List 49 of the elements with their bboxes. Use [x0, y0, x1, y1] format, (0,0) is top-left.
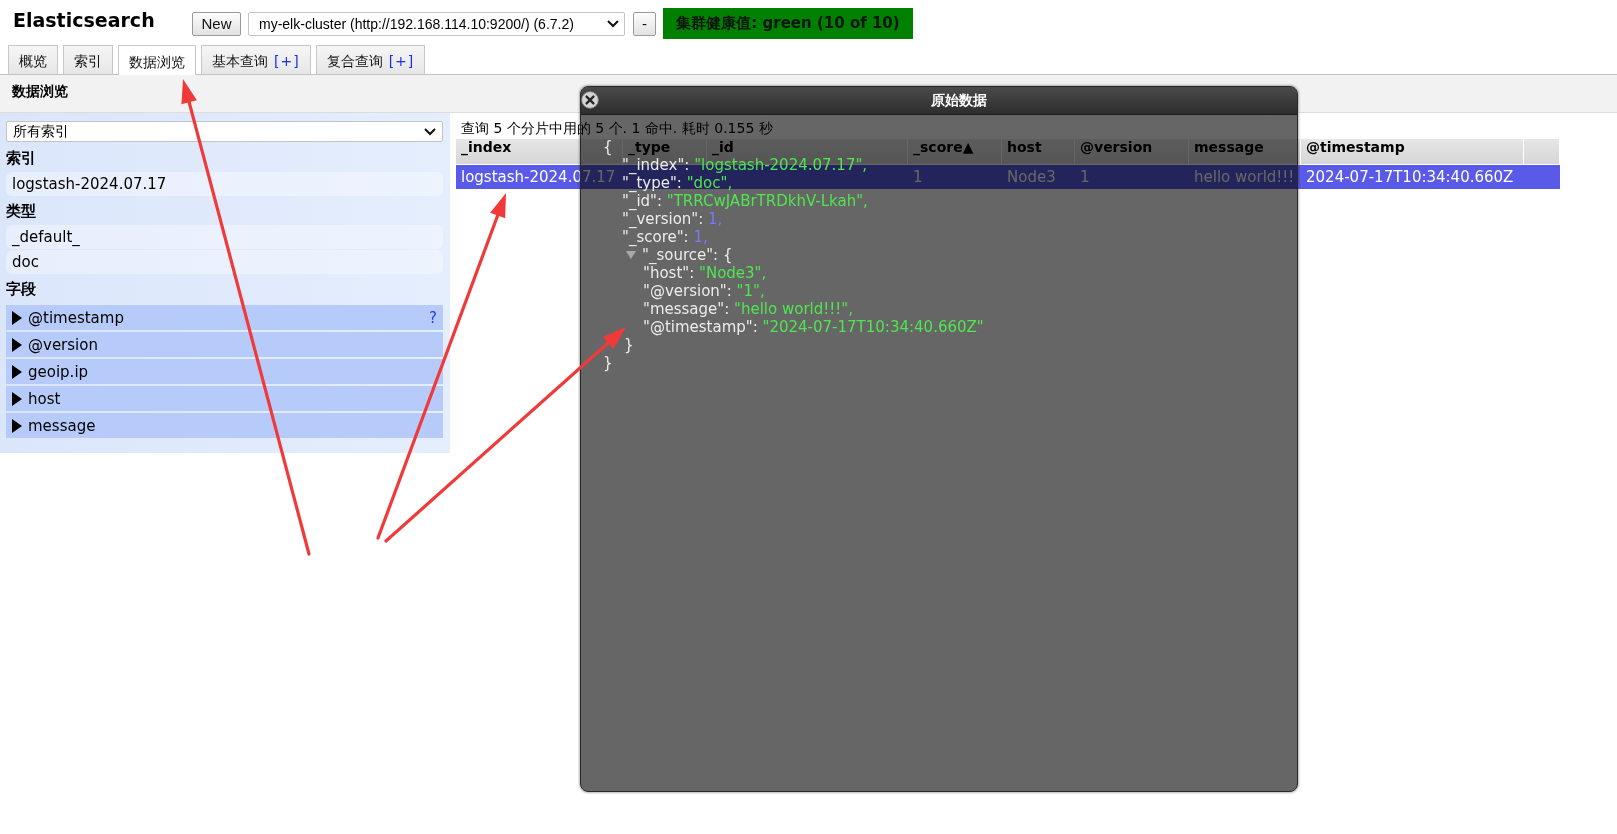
field-item[interactable]: @timestamp ?	[6, 305, 443, 330]
json-line: "_source": {	[642, 246, 733, 264]
section-title: 数据浏览	[12, 82, 68, 101]
tab[interactable]: 索引	[63, 45, 113, 74]
cell-value: Node3	[1007, 168, 1056, 186]
dialog-title: 原始数据	[931, 91, 987, 110]
cell-value: 1	[913, 168, 923, 186]
filter-item[interactable]: doc	[6, 250, 443, 274]
field-item[interactable]: host	[6, 386, 443, 411]
json-line: "_version": 1,	[622, 210, 723, 228]
tab[interactable]: 概览	[8, 45, 58, 74]
json-line: "@version": "1",	[643, 282, 765, 300]
json-line: "host": "Node3",	[643, 264, 767, 282]
column-header[interactable]: @timestamp	[1306, 139, 1405, 155]
json-line: {	[603, 138, 613, 156]
filter-item[interactable]: _default_	[6, 225, 443, 249]
chevron-down-icon	[607, 19, 619, 28]
group-heading: 索引	[6, 148, 37, 169]
disconnect-button[interactable]: -	[633, 11, 656, 36]
json-line: "@timestamp": "2024-07-17T10:34:40.660Z"	[643, 318, 984, 336]
tab[interactable]: 数据浏览	[118, 45, 196, 75]
cell-value: 1	[1080, 168, 1090, 186]
index-select[interactable]: 所有索引	[6, 121, 443, 142]
group-heading: 类型	[6, 201, 37, 222]
cluster-health-status: 集群健康值: green (10 of 10)	[663, 8, 913, 39]
json-line: }	[624, 336, 634, 354]
new-connection-button[interactable]: New	[192, 11, 241, 36]
field-item[interactable]: geoip.ip	[6, 359, 443, 384]
json-line: }	[603, 354, 613, 372]
tab[interactable]: 基本查询 [+]	[201, 45, 311, 74]
add-tab-link[interactable]: [+]	[274, 53, 300, 69]
cluster-select[interactable]: my-elk-cluster (http://192.168.114.10:9200/) (6.7.2)	[248, 11, 625, 36]
field-item[interactable]: message	[6, 413, 443, 438]
cell-value: 2024-07-17T10:34:40.660Z	[1306, 168, 1514, 186]
json-line: "_score": 1,	[622, 228, 708, 246]
json-line: "_id": "TRRCwJABrTRDkhV-Lkah",	[622, 192, 868, 210]
filter-item[interactable]: logstash-2024.07.17	[6, 172, 443, 196]
help-link[interactable]: ?	[429, 308, 437, 327]
json-line: "_type": "doc",	[622, 174, 733, 192]
cell-value: hello world!!!	[1194, 168, 1295, 186]
add-tab-link[interactable]: [+]	[388, 53, 415, 69]
group-heading: 字段	[6, 279, 37, 300]
tab[interactable]: 复合查询 [+]	[315, 45, 426, 74]
json-line: "message": "hello world!!!",	[643, 300, 853, 318]
column-header[interactable]: _index	[461, 139, 512, 155]
close-icon[interactable]	[581, 91, 599, 109]
chevron-down-icon	[424, 127, 436, 136]
field-item[interactable]: @version	[6, 332, 443, 357]
app-title: Elasticsearch	[13, 9, 156, 31]
